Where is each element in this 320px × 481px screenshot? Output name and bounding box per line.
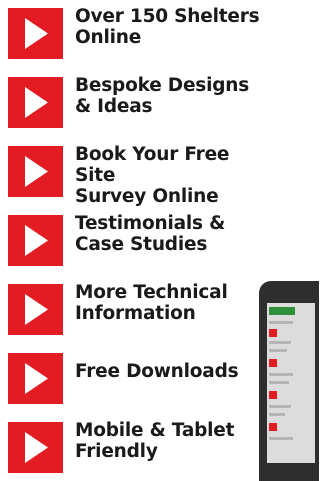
link-testimonials[interactable]: Testimonials & Case Studies	[0, 213, 290, 271]
play-arrow-icon	[8, 8, 63, 59]
play-arrow-icon	[8, 146, 63, 197]
link-bespoke-designs[interactable]: Bespoke Designs & Ideas	[0, 75, 290, 133]
link-label: Bespoke Designs & Ideas	[75, 75, 250, 117]
tablet-text-line	[269, 405, 291, 408]
link-label: More Technical Information	[75, 282, 228, 324]
tablet-device-image	[259, 281, 319, 481]
tablet-text-line	[269, 437, 293, 440]
link-free-downloads[interactable]: Free Downloads	[0, 353, 290, 409]
link-label: Over 150 Shelters Online	[75, 6, 260, 48]
play-arrow-icon	[8, 77, 63, 128]
tablet-text-line	[269, 381, 289, 384]
link-label: Mobile & Tablet Friendly	[75, 420, 235, 462]
tablet-screen	[267, 303, 315, 463]
tablet-text-line	[269, 373, 293, 376]
tablet-text-line	[269, 341, 291, 344]
tablet-red-block	[269, 423, 277, 431]
play-arrow-icon	[8, 422, 63, 473]
link-label: Book Your Free Site Survey Online	[75, 144, 230, 207]
tablet-text-line	[269, 321, 293, 324]
tablet-red-block	[269, 329, 277, 337]
play-arrow-icon	[8, 215, 63, 266]
play-arrow-icon	[8, 284, 63, 335]
tablet-text-line	[269, 349, 287, 352]
tablet-red-block	[269, 359, 277, 367]
link-label: Free Downloads	[75, 361, 239, 382]
link-technical-information[interactable]: More Technical Information	[0, 282, 290, 340]
link-over-150-shelters[interactable]: Over 150 Shelters Online	[0, 6, 290, 64]
link-label: Testimonials & Case Studies	[75, 213, 226, 255]
tablet-red-block	[269, 391, 277, 399]
tablet-logo-strip	[269, 307, 295, 315]
link-book-site-survey[interactable]: Book Your Free Site Survey Online	[0, 144, 290, 207]
tablet-text-line	[269, 413, 285, 416]
play-arrow-icon	[8, 353, 63, 404]
feature-link-list: Over 150 Shelters Online Bespoke Designs…	[0, 0, 290, 478]
link-mobile-tablet-friendly[interactable]: Mobile & Tablet Friendly	[0, 420, 290, 478]
